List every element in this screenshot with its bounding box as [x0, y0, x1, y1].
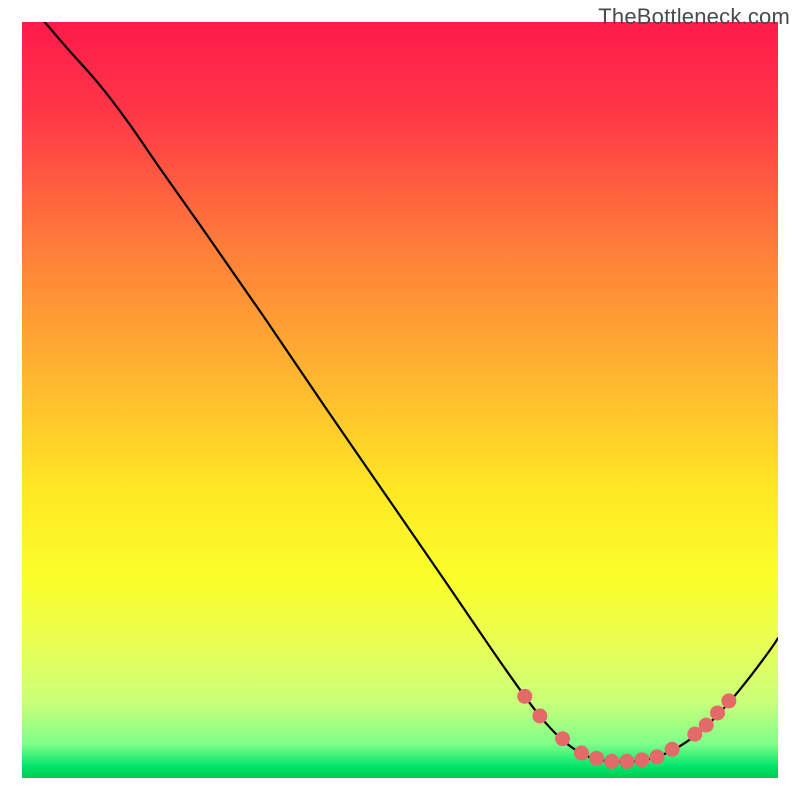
data-dot — [604, 754, 619, 769]
data-dot — [665, 742, 680, 757]
plot-area — [22, 22, 778, 778]
data-dot — [721, 693, 736, 708]
data-dot — [555, 731, 570, 746]
data-dot — [589, 751, 604, 766]
data-dot — [699, 718, 714, 733]
watermark-text: TheBottleneck.com — [598, 4, 790, 30]
data-dot — [650, 749, 665, 764]
data-dot — [532, 709, 547, 724]
data-dot — [517, 689, 532, 704]
data-dot — [634, 752, 649, 767]
data-dot — [574, 746, 589, 761]
chart-container: TheBottleneck.com — [0, 0, 800, 800]
gradient-background — [22, 22, 778, 778]
gradient-curve-chart — [22, 22, 778, 778]
data-dot — [710, 705, 725, 720]
data-dot — [619, 754, 634, 769]
